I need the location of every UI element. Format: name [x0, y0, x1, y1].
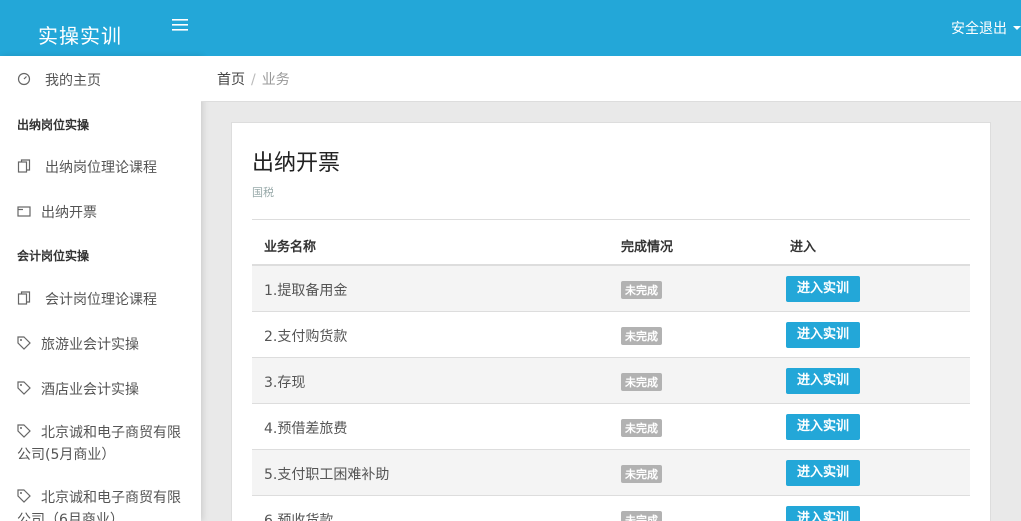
sidebar-item-hotel[interactable]: 酒店业会计实操: [17, 379, 139, 399]
status-badge: 未完成: [621, 465, 662, 483]
sidebar-section-cashier: 出纳岗位实操: [17, 118, 90, 132]
dashboard-icon: [17, 72, 31, 86]
business-name: 2.支付购货款: [264, 329, 348, 345]
business-name: 6.预收货款: [264, 513, 334, 521]
enter-training-button[interactable]: 进入实训: [786, 276, 860, 302]
business-table: 业务名称 完成情况 进入 1.提取备用金 未完成 进入实训 2.支付购货款 未完…: [252, 219, 970, 521]
column-header-name: 业务名称: [264, 240, 317, 255]
copy-icon: [17, 291, 31, 305]
sidebar-item-label: 会计岗位理论课程: [45, 292, 157, 308]
top-navbar: 实操实训 安全退出: [0, 0, 1021, 56]
business-card: 出纳开票 国税 业务名称 完成情况 进入 1.提取备用金 未完成 进入实训 2.…: [231, 122, 991, 521]
table-row: 2.支付购货款 未完成 进入实训: [252, 312, 970, 358]
app-brand[interactable]: 实操实训: [38, 20, 122, 49]
status-badge: 未完成: [621, 419, 662, 437]
sidebar-item-accounting-theory[interactable]: 会计岗位理论课程: [17, 289, 157, 309]
enter-training-button[interactable]: 进入实训: [786, 322, 860, 348]
sidebar-section-accounting: 会计岗位实操: [17, 249, 90, 263]
enter-training-button[interactable]: 进入实训: [786, 414, 860, 440]
business-name: 3.存现: [264, 375, 306, 391]
sidebar-item-cashier-invoice[interactable]: 出纳开票: [17, 202, 97, 222]
sidebar-item-label: 出纳开票: [41, 205, 97, 221]
copy-icon: [17, 159, 31, 173]
business-name: 4.预借差旅费: [264, 421, 348, 437]
sidebar-item-label: 北京诚和电子商贸有限公司(5月商业）: [17, 425, 181, 463]
enter-training-button[interactable]: 进入实训: [786, 368, 860, 394]
hamburger-icon[interactable]: [172, 17, 190, 37]
sidebar-item-company-may[interactable]: 北京诚和电子商贸有限公司(5月商业）: [17, 422, 192, 466]
page-subtitle: 国税: [252, 186, 274, 199]
table-body: 1.提取备用金 未完成 进入实训 2.支付购货款 未完成 进入实训 3.存现 未…: [252, 266, 970, 521]
table-row: 5.支付职工困难补助 未完成 进入实训: [252, 450, 970, 496]
sidebar-item-company-june[interactable]: 北京诚和电子商贸有限公司（6月商业）: [17, 487, 192, 521]
business-name: 5.支付职工困难补助: [264, 467, 390, 483]
page-title: 出纳开票: [252, 151, 341, 176]
table-row: 3.存现 未完成 进入实训: [252, 358, 970, 404]
tag-icon: [17, 424, 31, 438]
status-badge: 未完成: [621, 373, 662, 391]
logout-label: 安全退出: [951, 21, 1007, 37]
enter-training-button[interactable]: 进入实训: [786, 460, 860, 486]
business-name: 1.提取备用金: [264, 283, 348, 299]
table-row: 6.预收货款 未完成 进入实训: [252, 496, 970, 521]
sidebar: 我的主页 出纳岗位实操 出纳岗位理论课程 出纳开票 会计岗位实操 会计岗位理论课…: [0, 56, 201, 521]
breadcrumb-bar: 首页 / 业务: [201, 56, 1021, 102]
caret-down-icon: [1013, 26, 1021, 30]
breadcrumb: 首页 / 业务: [217, 69, 290, 89]
tag-icon: [17, 336, 31, 350]
sidebar-item-label: 我的主页: [45, 73, 101, 89]
table-row: 4.预借差旅费 未完成 进入实训: [252, 404, 970, 450]
breadcrumb-home-link[interactable]: 首页: [217, 72, 245, 88]
status-badge: 未完成: [621, 511, 662, 521]
sidebar-item-label: 北京诚和电子商贸有限公司（6月商业）: [17, 490, 181, 521]
sidebar-item-label: 出纳岗位理论课程: [45, 160, 157, 176]
status-badge: 未完成: [621, 281, 662, 299]
status-badge: 未完成: [621, 327, 662, 345]
sidebar-item-label: 酒店业会计实操: [41, 382, 139, 398]
enter-training-button[interactable]: 进入实训: [786, 506, 860, 521]
column-header-status: 完成情况: [621, 240, 674, 255]
sidebar-item-home[interactable]: 我的主页: [17, 70, 101, 90]
breadcrumb-current: 业务: [261, 72, 290, 88]
column-header-enter: 进入: [790, 240, 817, 255]
sidebar-item-tourism[interactable]: 旅游业会计实操: [17, 334, 139, 354]
table-row: 1.提取备用金 未完成 进入实训: [252, 266, 970, 312]
breadcrumb-separator: /: [251, 72, 256, 88]
logout-button[interactable]: 安全退出: [951, 18, 1021, 38]
sidebar-item-cashier-theory[interactable]: 出纳岗位理论课程: [17, 157, 157, 177]
tag-icon: [17, 381, 31, 395]
tag-icon: [17, 489, 31, 503]
table-header: 业务名称 完成情况 进入: [252, 220, 970, 266]
sidebar-item-label: 旅游业会计实操: [41, 337, 139, 353]
folder-icon: [17, 206, 31, 217]
